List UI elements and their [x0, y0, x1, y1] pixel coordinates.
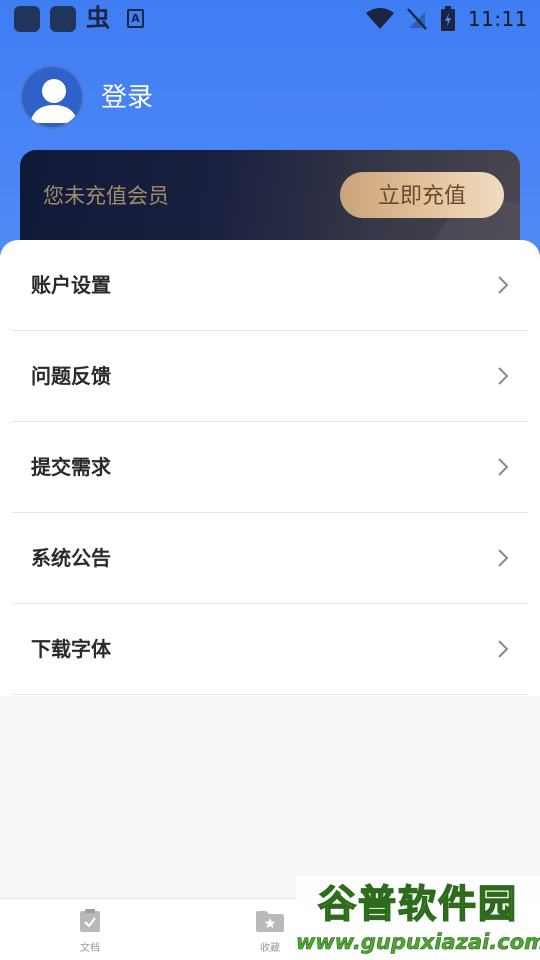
battery-charging-icon: [440, 6, 455, 31]
status-time: 11:11: [467, 7, 528, 31]
status-bar: 虫 A 11:11: [0, 0, 540, 38]
menu-item-account-settings[interactable]: 账户设置: [12, 240, 528, 331]
status-bar-right: 11:11: [365, 5, 528, 33]
no-signal-icon: [406, 8, 427, 30]
recharge-button[interactable]: 立即充值: [340, 172, 504, 218]
folder-star-icon: [256, 911, 284, 932]
chevron-right-icon: [498, 458, 509, 476]
menu-item-announcements[interactable]: 系统公告: [12, 513, 528, 604]
menu-item-label: 系统公告: [31, 546, 111, 570]
menu-item-submit-request[interactable]: 提交需求: [12, 422, 528, 513]
document-check-icon: [80, 909, 100, 932]
watermark-url: www.gupuxiazai.com: [296, 930, 540, 955]
watermark-title: 谷普软件园: [317, 881, 518, 927]
menu-item-label: 问题反馈: [31, 364, 111, 388]
screen: 虫 A 11:11 登录 您未充值会员 立即充值 账户设置 问题反馈 提交需求 …: [0, 0, 540, 960]
menu-item-label: 提交需求: [31, 455, 111, 479]
nav-tab-label: 文档: [80, 943, 100, 954]
font-app-icon: A: [127, 9, 144, 28]
vip-status-text: 您未充值会员: [43, 184, 169, 208]
login-link[interactable]: 登录: [101, 80, 153, 116]
chevron-right-icon: [498, 549, 509, 567]
nav-tab-documents[interactable]: 文档: [60, 909, 120, 954]
nav-tab-favorites[interactable]: 收藏: [240, 909, 300, 954]
settings-menu: 账户设置 问题反馈 提交需求 系统公告 下载字体: [0, 240, 540, 696]
menu-item-label: 下载字体: [31, 637, 111, 661]
nav-tab-label: 收藏: [260, 943, 280, 954]
insect-app-icon: 虫: [86, 4, 110, 32]
menu-item-label: 账户设置: [31, 273, 111, 297]
watermark: 谷普软件园 www.gupuxiazai.com: [296, 876, 540, 960]
chevron-right-icon: [498, 640, 509, 658]
chevron-right-icon: [498, 276, 509, 294]
app-icon: [14, 6, 40, 32]
menu-item-feedback[interactable]: 问题反馈: [12, 331, 528, 422]
app-icon: [50, 6, 76, 32]
chevron-right-icon: [498, 367, 509, 385]
menu-item-download-fonts[interactable]: 下载字体: [12, 604, 528, 695]
avatar[interactable]: [20, 65, 84, 129]
wifi-icon: [365, 8, 394, 29]
